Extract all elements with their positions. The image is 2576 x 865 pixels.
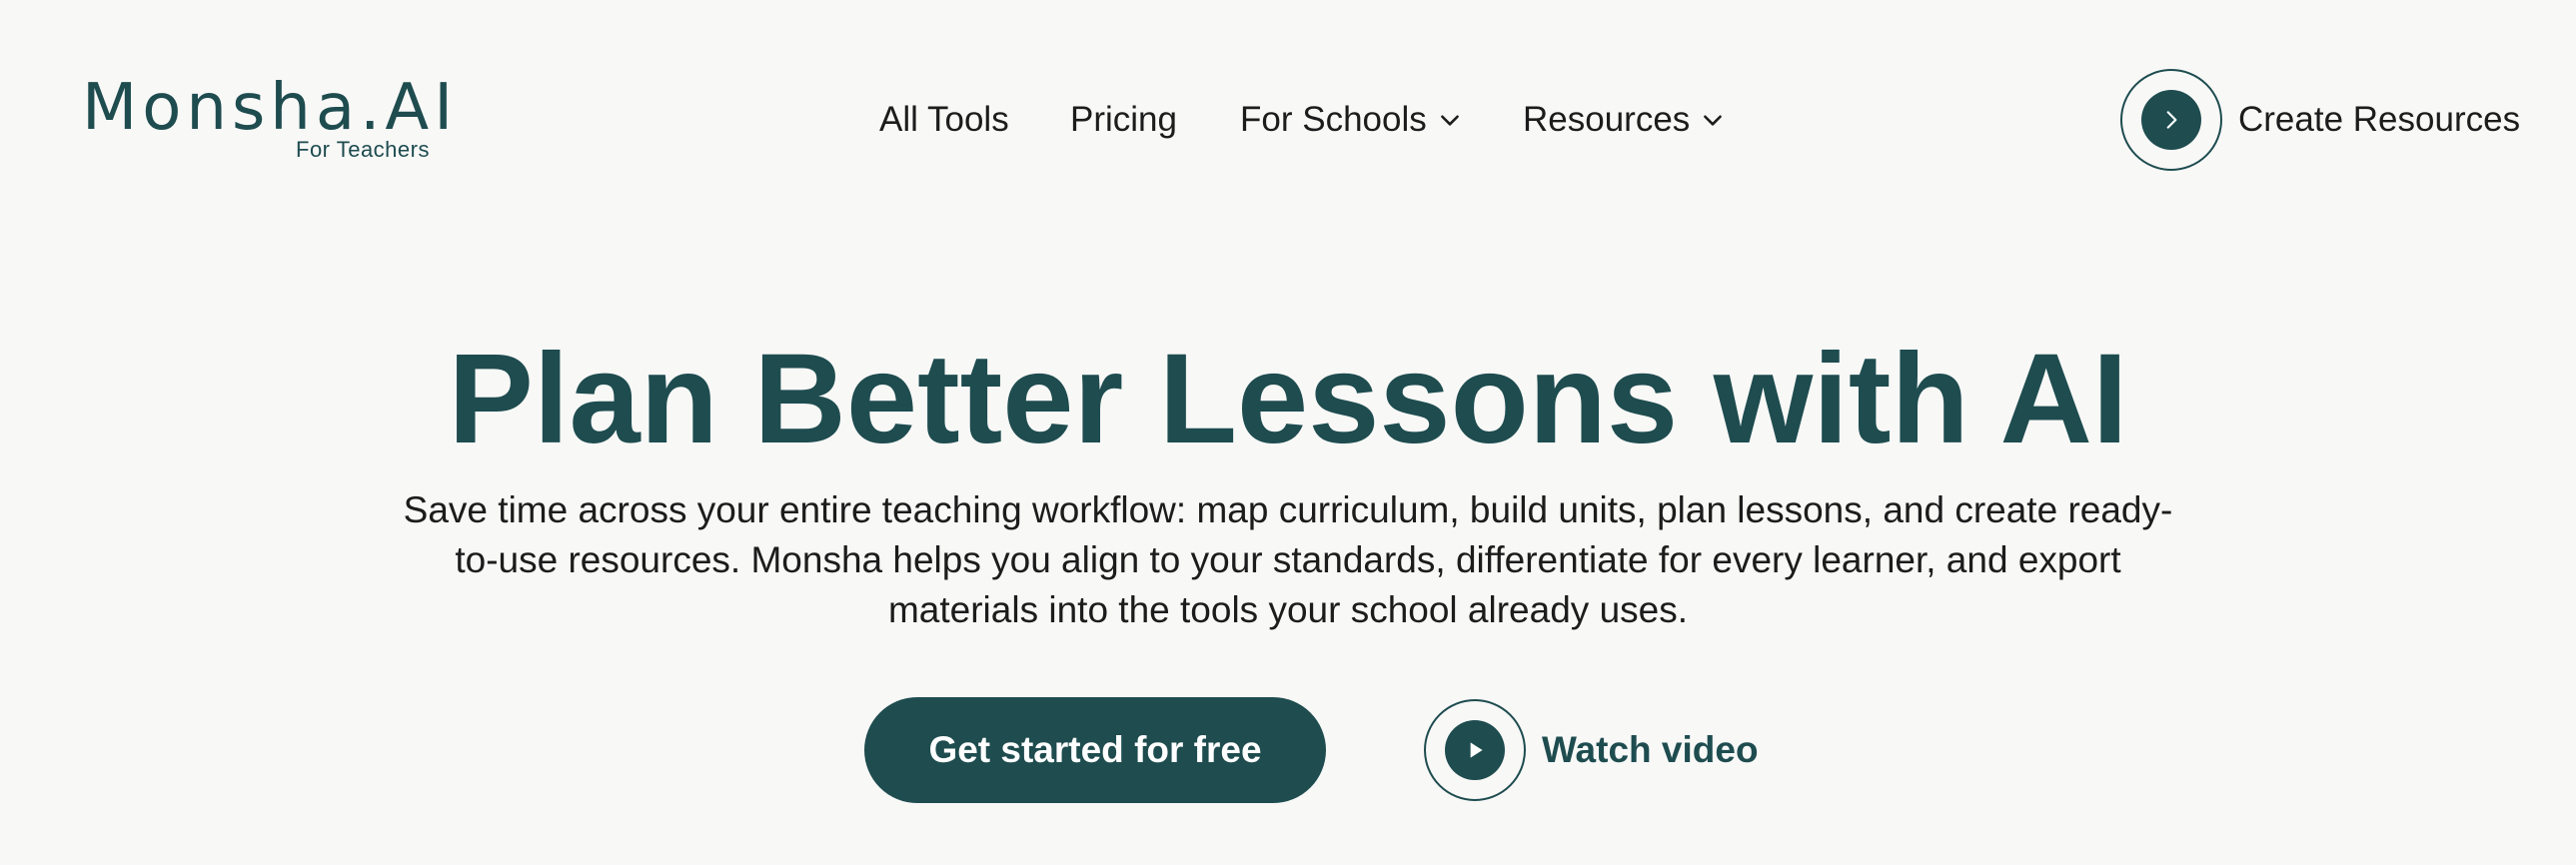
- page: Monsha.AI For Teachers All Tools Pricing…: [0, 0, 2576, 865]
- nav-item-label: All Tools: [879, 100, 1009, 139]
- watch-video-button[interactable]: Watch video: [1424, 699, 1759, 801]
- nav-item-label: Pricing: [1070, 100, 1177, 139]
- create-resources-button[interactable]: Create Resources: [2120, 68, 2520, 172]
- logo-wordmark: Monsha.AI: [82, 71, 459, 145]
- nav-item-label: Resources: [1523, 100, 1691, 139]
- play-icon-ring: [1424, 699, 1526, 801]
- logo-tagline: For Teachers: [296, 137, 430, 162]
- create-resources-label: Create Resources: [2238, 100, 2521, 139]
- chevron-right-icon: [2141, 90, 2201, 150]
- brand-logo[interactable]: Monsha.AI For Teachers: [82, 76, 453, 166]
- hero-description: Save time across your entire teaching wo…: [403, 489, 2173, 630]
- nav-item-pricing[interactable]: Pricing: [1070, 96, 1177, 144]
- nav-item-label: For Schools: [1240, 100, 1427, 139]
- nav-item-for-schools[interactable]: For Schools: [1240, 96, 1463, 144]
- nav-item-all-tools[interactable]: All Tools: [879, 96, 1009, 144]
- get-started-button[interactable]: Get started for free: [864, 697, 1326, 803]
- chevron-down-icon: [1700, 107, 1726, 133]
- nav-item-resources[interactable]: Resources: [1523, 96, 1726, 144]
- cta-icon-ring: [2120, 69, 2222, 171]
- chevron-down-icon: [1437, 107, 1463, 133]
- watch-video-label: Watch video: [1542, 729, 1759, 770]
- play-icon: [1445, 720, 1505, 780]
- hero-title: Plan Better Lessons with AI: [448, 328, 2128, 470]
